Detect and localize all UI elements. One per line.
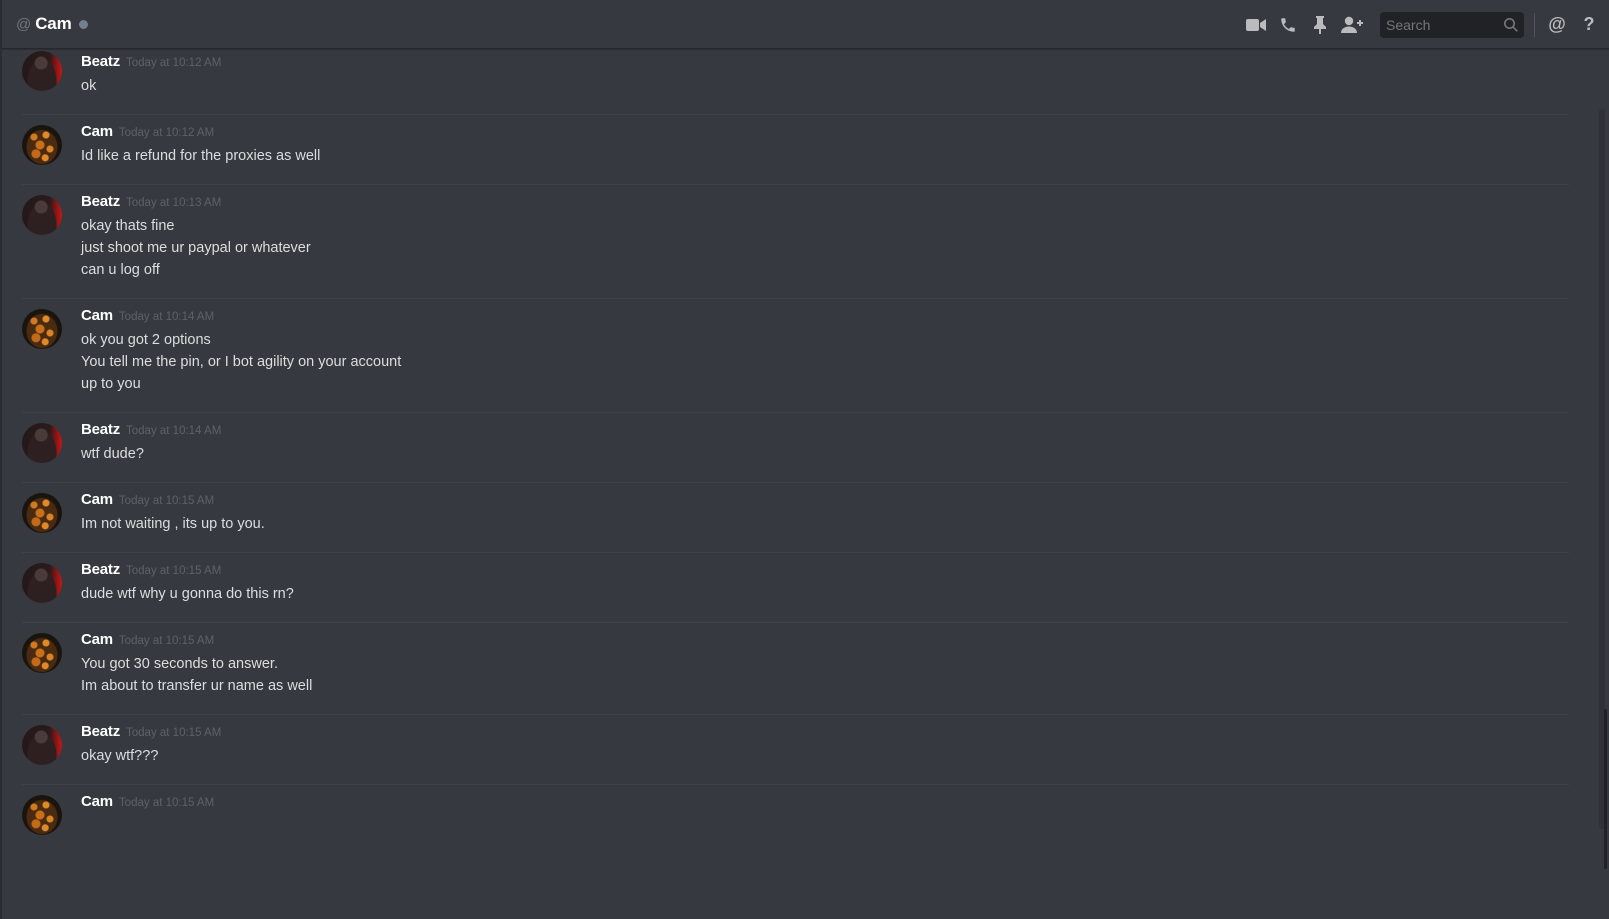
avatar[interactable] xyxy=(22,309,62,349)
message-author[interactable]: Beatz xyxy=(81,421,120,438)
message-group: Beatz Today at 10:13 AM okay thats fine … xyxy=(22,185,1569,299)
message-list: Beatz Today at 10:12 AM ok Cam Today at … xyxy=(2,49,1593,919)
search-icon[interactable] xyxy=(1504,17,1518,32)
at-icon: @ xyxy=(16,15,32,33)
pin-icon[interactable] xyxy=(1304,9,1336,41)
message-author[interactable]: Beatz xyxy=(81,561,120,578)
message-text: ok xyxy=(81,78,97,94)
message-timestamp: Today at 10:14 AM xyxy=(118,311,215,323)
message-text: just shoot me ur paypal or whatever xyxy=(81,240,311,256)
message-timestamp: Today at 10:15 AM xyxy=(118,797,215,809)
message-text: can u log off xyxy=(81,262,160,278)
toolbar-divider xyxy=(1534,12,1535,37)
message-author[interactable]: Beatz xyxy=(81,53,120,70)
avatar[interactable] xyxy=(22,51,62,91)
message-group: Cam Today at 10:12 AM Id like a refund f… xyxy=(22,115,1569,185)
avatar[interactable] xyxy=(22,795,62,835)
scrollbar-thumb[interactable] xyxy=(1604,709,1607,869)
message-text: okay wtf??? xyxy=(81,748,159,764)
message-text: Id like a refund for the proxies as well xyxy=(81,148,321,164)
message-text: You got 30 seconds to answer. xyxy=(81,656,278,672)
search-box[interactable] xyxy=(1380,11,1524,38)
message-text: Im about to transfer ur name as well xyxy=(81,678,313,694)
message-text: You tell me the pin, or I bot agility on… xyxy=(81,354,402,370)
message-group: Beatz Today at 10:14 AM wtf dude? xyxy=(22,413,1569,483)
avatar[interactable] xyxy=(22,125,62,165)
avatar[interactable] xyxy=(22,493,62,533)
message-group: Beatz Today at 10:12 AM ok xyxy=(22,49,1569,115)
header-toolbar: @ ? xyxy=(1240,0,1609,49)
message-group: Cam Today at 10:15 AM xyxy=(22,785,1569,835)
message-text: okay thats fine xyxy=(81,218,175,234)
message-timestamp: Today at 10:15 AM xyxy=(118,495,215,507)
avatar[interactable] xyxy=(22,195,62,235)
message-author[interactable]: Beatz xyxy=(81,723,120,740)
message-timestamp: Today at 10:14 AM xyxy=(126,425,222,437)
message-text: up to you xyxy=(81,376,141,392)
help-icon[interactable]: ? xyxy=(1573,9,1605,41)
message-group: Cam Today at 10:15 AM Im not waiting , i… xyxy=(22,483,1569,553)
message-author[interactable]: Cam xyxy=(81,631,113,648)
scrollbar[interactable] xyxy=(1593,49,1609,919)
message-timestamp: Today at 10:12 AM xyxy=(126,57,222,69)
message-timestamp: Today at 10:15 AM xyxy=(126,565,222,577)
message-group: Cam Today at 10:14 AM ok you got 2 optio… xyxy=(22,299,1569,413)
message-author[interactable]: Cam xyxy=(81,307,113,324)
message-group: Beatz Today at 10:15 AM dude wtf why u g… xyxy=(22,553,1569,623)
status-indicator-icon xyxy=(79,20,89,29)
message-text: wtf dude? xyxy=(81,446,144,462)
message-group: Cam Today at 10:15 AM You got 30 seconds… xyxy=(22,623,1569,715)
voice-call-icon[interactable] xyxy=(1272,9,1304,41)
message-text: Im not waiting , its up to you. xyxy=(81,516,265,532)
message-timestamp: Today at 10:15 AM xyxy=(126,727,222,739)
message-timestamp: Today at 10:12 AM xyxy=(118,127,215,139)
message-author[interactable]: Beatz xyxy=(81,193,120,210)
dm-title: @ Cam xyxy=(16,14,89,34)
add-friend-icon[interactable] xyxy=(1336,9,1368,41)
avatar[interactable] xyxy=(22,725,62,765)
search-input[interactable] xyxy=(1386,16,1504,33)
mentions-icon[interactable]: @ xyxy=(1541,9,1573,41)
dm-recipient-name[interactable]: Cam xyxy=(35,14,71,34)
message-group: Beatz Today at 10:15 AM okay wtf??? xyxy=(22,715,1569,785)
channel-header: @ Cam @ ? xyxy=(0,0,1609,49)
message-author[interactable]: Cam xyxy=(81,123,113,140)
avatar[interactable] xyxy=(22,633,62,673)
message-text: dude wtf why u gonna do this rn? xyxy=(81,586,294,602)
video-call-icon[interactable] xyxy=(1240,9,1272,41)
left-border xyxy=(0,0,2,919)
avatar[interactable] xyxy=(22,563,62,603)
message-text: ok you got 2 options xyxy=(81,332,211,348)
message-author[interactable]: Cam xyxy=(81,793,113,810)
message-timestamp: Today at 10:15 AM xyxy=(118,635,215,647)
message-timestamp: Today at 10:13 AM xyxy=(126,197,222,209)
message-author[interactable]: Cam xyxy=(81,491,113,508)
avatar[interactable] xyxy=(22,423,62,463)
dm-chat-window: @ Cam @ ? xyxy=(0,0,1609,919)
